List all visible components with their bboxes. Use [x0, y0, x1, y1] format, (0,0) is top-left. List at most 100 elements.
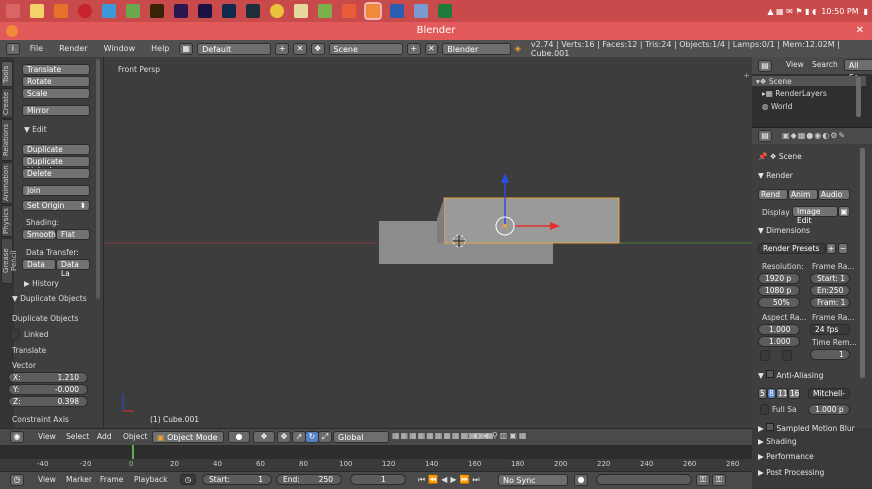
viewport-expand-icon[interactable]: +: [743, 71, 750, 80]
add-scene-icon[interactable]: +: [406, 42, 421, 55]
timeline-editor-icon[interactable]: ◷: [10, 474, 24, 486]
aa-samples-11[interactable]: 11: [776, 388, 788, 399]
marker-menu[interactable]: Marker: [66, 475, 92, 484]
add-menu[interactable]: Add: [97, 432, 112, 441]
after-effects-icon[interactable]: [174, 4, 188, 18]
display-select[interactable]: Image Edit: [792, 206, 838, 225]
viewport-shading-icon[interactable]: ●: [228, 431, 250, 443]
shading-panel-header[interactable]: ▶ Shading: [758, 437, 797, 446]
resolution-percentage-field[interactable]: 50%: [758, 297, 800, 308]
mirror-button[interactable]: Mirror: [22, 105, 90, 116]
current-frame-field[interactable]: 1: [350, 474, 406, 485]
layout-select[interactable]: Default: [197, 42, 272, 55]
twitter-icon[interactable]: [102, 4, 116, 18]
mode-select[interactable]: ▣ Object Mode: [152, 431, 224, 443]
outliner-display-select[interactable]: All Sc: [844, 59, 872, 82]
edit-panel-header[interactable]: ▼ Edit: [24, 125, 47, 134]
outliner-scrollbar[interactable]: [856, 77, 861, 117]
illustrator-icon[interactable]: [150, 4, 164, 18]
timeline-view-menu[interactable]: View: [38, 475, 56, 484]
crop-checkbox[interactable]: [782, 350, 792, 361]
set-origin-dropdown[interactable]: Set Origin ⬍: [22, 200, 90, 211]
outliner-world[interactable]: ◍ World: [762, 102, 792, 111]
outliner-editor-icon[interactable]: ▤: [758, 60, 772, 72]
render-image-button[interactable]: Rend: [758, 189, 788, 200]
pivot-point-icon[interactable]: ❖: [253, 431, 275, 443]
border-checkbox[interactable]: [760, 350, 770, 361]
object-menu[interactable]: Object: [123, 432, 147, 441]
frame-start-field[interactable]: Start: 1: [810, 273, 850, 284]
properties-scrollbar[interactable]: [860, 148, 865, 378]
anti-aliasing-panel-header[interactable]: ▼ Anti-Aliasing: [758, 370, 823, 380]
outliner-renderlayers[interactable]: ▸▦ RenderLayers: [762, 89, 827, 98]
translate-button[interactable]: Translate: [22, 64, 90, 75]
excel-icon[interactable]: [438, 4, 452, 18]
tab-tools[interactable]: Tools: [1, 61, 13, 87]
outliner-scene[interactable]: ▾❖ Scene: [756, 77, 792, 86]
smooth-button[interactable]: Smooth: [22, 229, 56, 240]
delete-button[interactable]: Delete: [22, 168, 90, 179]
firefox-icon[interactable]: [54, 4, 68, 18]
duplicate-button[interactable]: Duplicate: [22, 144, 90, 155]
manipulator-toggle-icon[interactable]: ✥: [277, 431, 291, 443]
viewport-canvas[interactable]: [104, 57, 752, 428]
remove-preset-icon[interactable]: −: [838, 243, 848, 254]
word-icon[interactable]: [390, 4, 404, 18]
close-icon[interactable]: ✕: [856, 22, 864, 40]
photos-icon[interactable]: [414, 4, 428, 18]
z-arrow-head[interactable]: [501, 173, 509, 183]
end-frame-field[interactable]: End: 250: [276, 474, 342, 485]
start-icon[interactable]: [6, 4, 20, 18]
post-processing-panel-header[interactable]: ▶ Post Processing: [758, 468, 824, 477]
cube-001-selected[interactable]: [443, 197, 620, 244]
scale-button[interactable]: Scale: [22, 88, 90, 99]
layout-icon[interactable]: ▦: [179, 42, 194, 55]
pdf-icon[interactable]: [342, 4, 356, 18]
render-audio-button[interactable]: Audio: [818, 189, 850, 200]
sync-select[interactable]: No Sync: [498, 474, 568, 486]
performance-panel-header[interactable]: ▶ Performance: [758, 452, 814, 461]
motion-blur-panel-header[interactable]: ▶ Sampled Motion Blur: [758, 423, 868, 433]
add-layout-icon[interactable]: +: [275, 42, 290, 55]
insert-keyframe-icon[interactable]: ⚿: [696, 474, 710, 486]
scene-select[interactable]: Scene: [328, 42, 403, 55]
android-icon[interactable]: [318, 4, 332, 18]
join-button[interactable]: Join: [22, 185, 90, 196]
pin-icon[interactable]: 📌: [758, 152, 767, 161]
anti-aliasing-checkbox[interactable]: [766, 370, 775, 378]
render-presets-select[interactable]: Render Presets: [758, 243, 826, 254]
use-preview-range-icon[interactable]: ◷: [180, 474, 196, 485]
current-frame-marker[interactable]: [132, 445, 134, 459]
app-icon[interactable]: [126, 4, 140, 18]
3d-viewport[interactable]: Front Persp (1) Cube.001 +: [104, 57, 752, 428]
aspect-y-field[interactable]: 1.000: [758, 336, 800, 347]
blender-icon[interactable]: [364, 2, 382, 20]
chrome-icon[interactable]: [270, 4, 284, 18]
tab-animation[interactable]: Animation: [1, 162, 13, 204]
lock-interface-icon[interactable]: ▣: [838, 206, 850, 217]
frame-end-field[interactable]: En:250: [810, 285, 850, 296]
keying-set-field[interactable]: [596, 474, 692, 485]
filter-size-field[interactable]: 1.000 p: [808, 404, 850, 415]
add-preset-icon[interactable]: +: [826, 243, 836, 254]
aspect-x-field[interactable]: 1.000: [758, 324, 800, 335]
vector-z-field[interactable]: Z: 0.398: [8, 396, 88, 407]
operator-panel-header[interactable]: ▼ Duplicate Objects: [12, 294, 102, 303]
aa-samples-8[interactable]: 8: [767, 388, 776, 399]
menu-render[interactable]: Render: [53, 44, 93, 53]
remove-scene-icon[interactable]: ✕: [424, 42, 439, 55]
render-panel-header[interactable]: ▼ Render: [758, 171, 793, 180]
tab-create[interactable]: Create: [1, 88, 13, 118]
orientation-select[interactable]: Global: [333, 431, 389, 443]
history-panel-header[interactable]: ▶ History: [24, 279, 59, 288]
folder-icon[interactable]: [30, 4, 44, 18]
duplicate-linked-button[interactable]: Duplicate Linked: [22, 156, 90, 175]
linked-checkbox[interactable]: [10, 329, 20, 340]
aa-filter-select[interactable]: Mitchell-: [808, 388, 850, 399]
time-remap-field[interactable]: 1: [810, 349, 850, 360]
tab-physics[interactable]: Physics: [1, 205, 13, 237]
full-sample-checkbox[interactable]: [760, 404, 769, 415]
menu-help[interactable]: Help: [145, 44, 175, 53]
frame-menu[interactable]: Frame: [100, 475, 123, 484]
rotate-manipulator-icon[interactable]: ↻: [305, 431, 319, 443]
